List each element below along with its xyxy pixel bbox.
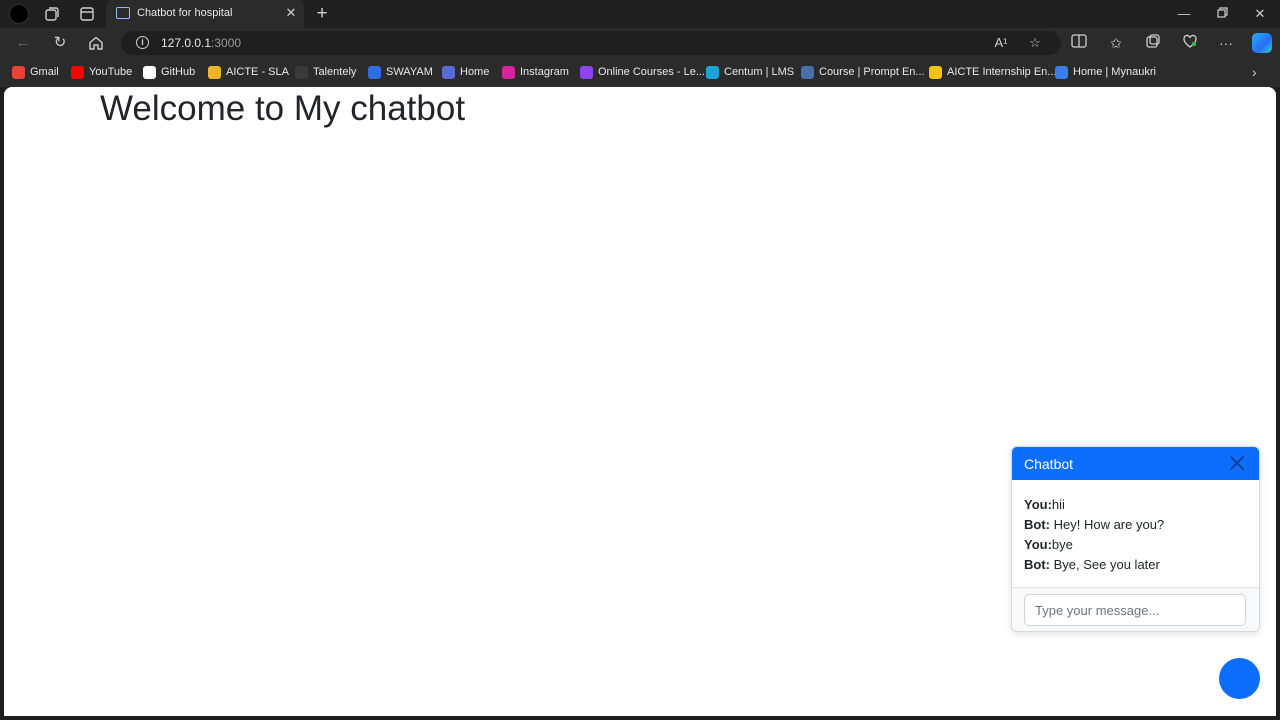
message-text: Bye, See you later (1050, 557, 1160, 572)
bookmark-online-courses[interactable]: Online Courses - Le... (580, 65, 705, 79)
online-courses-icon (580, 65, 593, 79)
home-site-icon (442, 65, 455, 79)
instagram-icon (502, 65, 515, 79)
page-viewport: Welcome to My chatbot Chatbot You:hii Bo… (4, 87, 1276, 716)
page-favicon-icon (116, 7, 130, 19)
favorite-star-icon[interactable]: ☆ (1027, 35, 1043, 51)
workspaces-icon[interactable] (43, 5, 61, 23)
chatbot-header: Chatbot (1012, 447, 1259, 480)
back-icon[interactable]: ← (13, 33, 33, 53)
message-text: hii (1051, 497, 1065, 512)
home-icon[interactable] (86, 33, 106, 53)
browser-tab-bar: Chatbot for hospital ✕ + — ✕ (0, 0, 1280, 28)
chat-message: Bot: Bye, See you later (1024, 557, 1249, 577)
chat-footer (1012, 587, 1259, 631)
bookmark-home[interactable]: Home (442, 65, 489, 79)
message-sender: Bot: (1024, 517, 1050, 532)
bookmark-talentely[interactable]: Talentely (295, 65, 356, 79)
tab-actions-icon[interactable] (78, 5, 96, 23)
bookmark-youtube[interactable]: YouTube (71, 65, 132, 79)
browser-essentials-icon[interactable] (1180, 33, 1200, 53)
centum-icon (706, 65, 719, 79)
address-bar[interactable]: i 127.0.0.1:3000 A¹ ☆ (121, 31, 1061, 55)
restore-icon[interactable] (1212, 4, 1232, 24)
site-info-icon[interactable]: i (136, 36, 149, 49)
bookmarks-bar: Gmail YouTube GitHub AICTE - SLA Talente… (0, 57, 1280, 87)
talentely-icon (295, 65, 308, 79)
chatbot-toggle-button[interactable] (1219, 658, 1260, 699)
message-input[interactable] (1024, 594, 1246, 626)
swayam-icon (368, 65, 381, 79)
close-window-icon[interactable]: ✕ (1250, 4, 1270, 24)
split-screen-icon[interactable] (1069, 33, 1089, 53)
refresh-icon[interactable]: ↻ (50, 33, 70, 53)
message-sender: You: (1024, 537, 1052, 552)
github-icon (143, 65, 156, 79)
aicte-internship-icon (929, 65, 942, 79)
close-icon[interactable] (1229, 455, 1245, 471)
bookmark-swayam[interactable]: SWAYAM (368, 65, 433, 79)
chat-message: Bot: Hey! How are you? (1024, 517, 1249, 537)
minimize-icon[interactable]: — (1174, 4, 1194, 24)
mynaukri-icon (1055, 65, 1068, 79)
browser-toolbar: ← ↻ i 127.0.0.1:3000 A¹ ☆ ✩ ··· (0, 28, 1280, 57)
bookmark-instagram[interactable]: Instagram (502, 65, 569, 79)
youtube-icon (71, 65, 84, 79)
more-menu-icon[interactable]: ··· (1216, 33, 1236, 53)
message-sender: Bot: (1024, 557, 1050, 572)
gmail-icon (12, 65, 25, 79)
tab-title: Chatbot for hospital (137, 7, 233, 19)
chat-messages: You:hii Bot: Hey! How are you? You:bye B… (1024, 497, 1249, 577)
tab-active[interactable]: Chatbot for hospital ✕ (106, 0, 304, 28)
chat-message: You:hii (1024, 497, 1249, 517)
bookmark-mynaukri[interactable]: Home | Mynaukri (1055, 65, 1156, 79)
bookmark-course-prompt[interactable]: Course | Prompt En... (801, 65, 925, 79)
course-icon (801, 65, 814, 79)
bookmark-aicte-sla[interactable]: AICTE - SLA (208, 65, 289, 79)
copilot-icon[interactable] (1252, 33, 1272, 53)
read-aloud-icon[interactable]: A¹ (993, 35, 1009, 51)
aicte-icon (208, 65, 221, 79)
chevron-right-icon[interactable]: › (1252, 64, 1257, 80)
url-text[interactable]: 127.0.0.1:3000 (161, 36, 241, 50)
chatbot-title: Chatbot (1024, 456, 1074, 472)
chatbot-window: Chatbot You:hii Bot: Hey! How are you? Y… (1011, 446, 1260, 632)
chat-message: You:bye (1024, 537, 1249, 557)
bookmark-aicte-internship[interactable]: AICTE Internship En... (929, 65, 1056, 79)
collections-icon[interactable] (1143, 33, 1163, 53)
new-tab-icon[interactable]: + (312, 4, 332, 24)
bookmark-gmail[interactable]: Gmail (12, 65, 59, 79)
message-text: bye (1051, 537, 1073, 552)
bookmark-centum-lms[interactable]: Centum | LMS (706, 65, 794, 79)
message-text: Hey! How are you? (1050, 517, 1165, 532)
favorites-icon[interactable]: ✩ (1106, 33, 1126, 53)
message-sender: You: (1024, 497, 1052, 512)
tab-close-icon[interactable]: ✕ (284, 6, 298, 20)
page-title: Welcome to My chatbot (100, 89, 466, 128)
profile-avatar[interactable] (9, 4, 29, 24)
bookmark-github[interactable]: GitHub (143, 65, 195, 79)
